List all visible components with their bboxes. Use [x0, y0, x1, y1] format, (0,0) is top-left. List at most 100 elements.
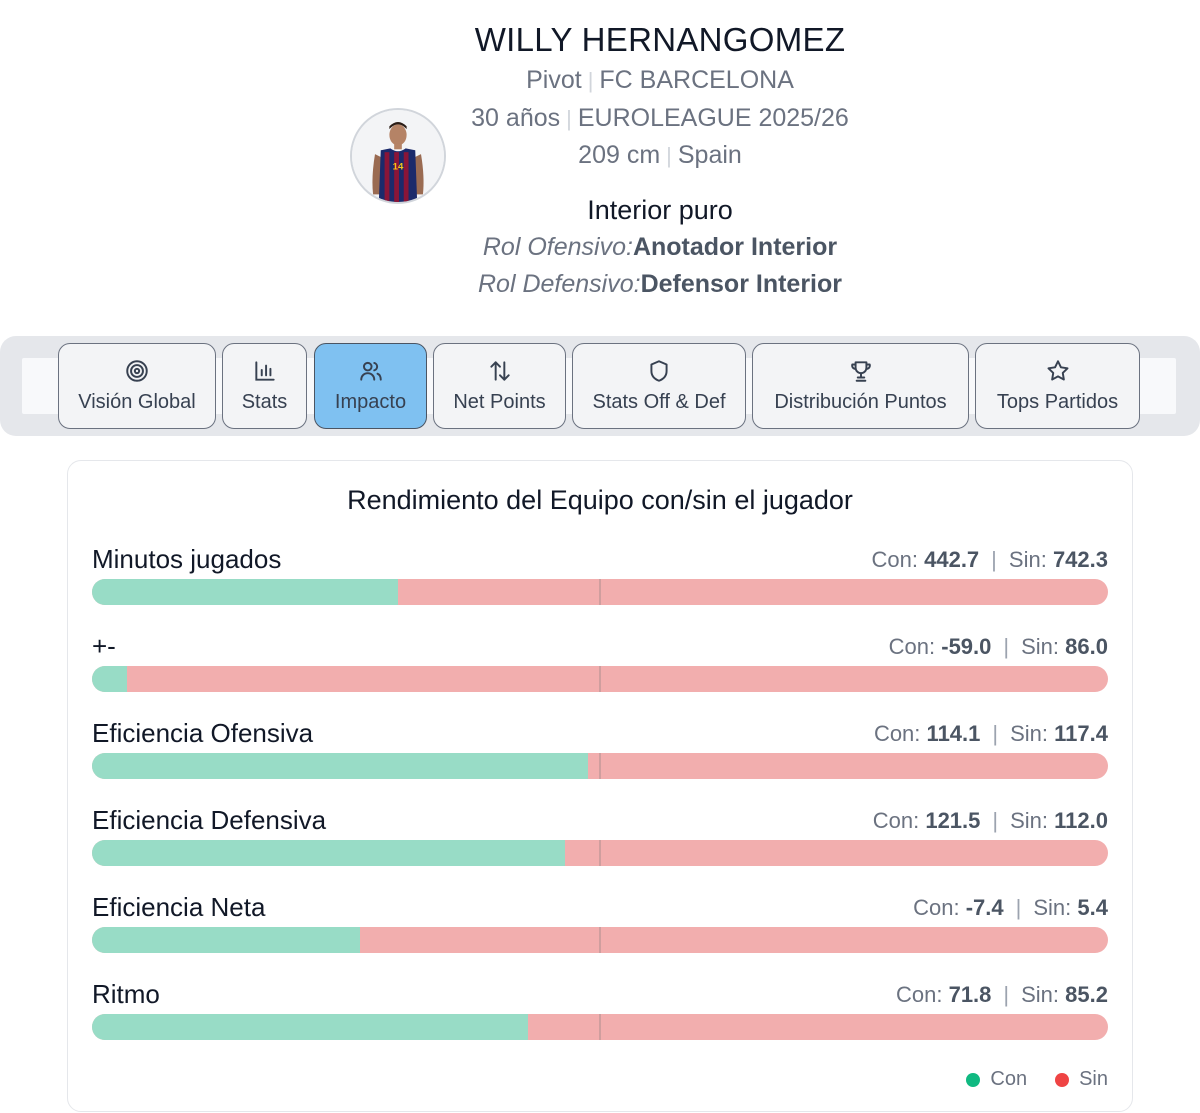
- comparison-bar: [92, 1014, 1108, 1040]
- midline: [599, 579, 601, 605]
- metric-label: Eficiencia Ofensiva: [92, 718, 314, 748]
- midline: [599, 840, 601, 866]
- con-fill: [92, 1014, 528, 1040]
- metric-row: +- Con: -59.0 | Sin: 86.0: [92, 630, 1108, 702]
- tab-stats-off-def[interactable]: Stats Off & Def: [572, 343, 746, 429]
- player-competition: EUROLEAGUE 2025/26: [577, 103, 849, 132]
- star-icon: [1045, 358, 1071, 384]
- offensive-role: Rol Ofensivo:Anotador Interior: [400, 229, 920, 266]
- metric-values: Con: 71.8 | Sin: 85.2: [896, 980, 1108, 1010]
- separator: |: [1003, 982, 1010, 1007]
- metric-label: Eficiencia Defensiva: [92, 805, 327, 835]
- tab-tops-partidos[interactable]: Tops Partidos: [975, 343, 1140, 429]
- position-team-line: Pivot | FC BARCELONA: [400, 62, 920, 100]
- legend-dot-con: [966, 1072, 981, 1087]
- impact-card: Rendimiento del Equipo con/sin el jugado…: [67, 460, 1133, 1112]
- midline: [599, 666, 601, 692]
- metric-values: Con: -7.4 | Sin: 5.4: [913, 893, 1108, 923]
- tab-label: Stats: [241, 391, 288, 413]
- con-label: Con:: [895, 982, 943, 1007]
- sin-value: 85.2: [1065, 982, 1108, 1007]
- sin-label: Sin:: [1021, 634, 1060, 659]
- legend-item-con: Con: [966, 1068, 1027, 1091]
- tab-stats[interactable]: Stats: [222, 343, 307, 429]
- sin-label: Sin:: [1021, 982, 1060, 1007]
- con-fill: [92, 579, 398, 605]
- separator: |: [566, 105, 572, 131]
- con-value: 114.1: [926, 721, 981, 746]
- tab-net-points[interactable]: Net Points: [433, 343, 566, 429]
- comparison-bar: [92, 666, 1108, 692]
- player-height: 209 cm: [578, 141, 661, 169]
- metric-row: Eficiencia Ofensiva Con: 114.1 | Sin: 117.…: [92, 717, 1108, 789]
- con-label: Con:: [872, 808, 920, 833]
- player-country: Spain: [677, 141, 742, 169]
- tab-vision-global[interactable]: Visión Global: [58, 343, 216, 429]
- sin-label: Sin:: [1008, 547, 1047, 572]
- separator: |: [992, 721, 999, 746]
- users-icon: [358, 358, 384, 384]
- bar-chart-icon: [252, 358, 278, 384]
- metric-label: Eficiencia Neta: [92, 892, 266, 922]
- con-fill: [92, 666, 127, 692]
- metric-row: Ritmo Con: 71.8 | Sin: 85.2: [92, 978, 1108, 1050]
- player-info: WILLY HERNANGOMEZ Pivot | FC BARCELONA 30 …: [400, 18, 920, 303]
- con-value: -59.0: [941, 634, 992, 659]
- offensive-role-label: Rol Ofensivo:: [482, 232, 633, 261]
- metric-row: Minutos jugados Con: 442.7 | Sin: 742.3: [92, 543, 1108, 615]
- legend-dot-sin: [1055, 1072, 1070, 1087]
- comparison-bar: [92, 840, 1108, 866]
- comparison-bar: [92, 927, 1108, 953]
- tab-bar: Visión Global Stats Impacto Net Points S…: [0, 336, 1200, 436]
- con-label: Con:: [913, 895, 960, 920]
- offensive-role-value: Anotador Interior: [632, 232, 838, 261]
- separator: |: [991, 547, 997, 572]
- legend: Con Sin: [938, 1068, 1108, 1091]
- defensive-role: Rol Defensivo:Defensor Interior: [400, 266, 920, 303]
- player-age: 30 años: [471, 103, 561, 132]
- con-value: 442.7: [924, 547, 980, 572]
- metric-label: +-: [92, 631, 116, 661]
- metric-row: Eficiencia Neta Con: -7.4 | Sin: 5.4: [92, 891, 1108, 963]
- con-fill: [92, 753, 588, 779]
- sin-label: Sin:: [1010, 721, 1049, 746]
- metric-label: Minutos jugados: [92, 544, 282, 574]
- tab-label: Stats Off & Def: [592, 391, 726, 413]
- legend-label: Con: [990, 1068, 1028, 1090]
- target-icon: [124, 358, 150, 384]
- metric-label: Ritmo: [92, 979, 160, 1009]
- con-label: Con:: [888, 634, 936, 659]
- defensive-role-value: Defensor Interior: [640, 269, 842, 298]
- player-team: FC BARCELONA: [599, 66, 794, 94]
- metric-values: Con: 442.7 | Sin: 742.3: [872, 545, 1109, 575]
- tab-label: Impacto: [334, 391, 407, 413]
- sin-value: 5.4: [1077, 895, 1108, 920]
- tab-impacto[interactable]: Impacto: [314, 343, 427, 429]
- comparison-bar: [92, 753, 1108, 779]
- tab-distribucion-puntos[interactable]: Distribución Puntos: [752, 343, 969, 429]
- impact-title: Rendimiento del Equipo con/sin el jugado…: [347, 485, 853, 515]
- sin-value: 117.4: [1054, 721, 1108, 746]
- midline: [599, 927, 601, 953]
- separator: |: [587, 68, 594, 93]
- sin-value: 86.0: [1065, 634, 1108, 659]
- player-position: Pivot: [526, 66, 582, 94]
- tab-label: Net Points: [453, 391, 546, 413]
- con-fill: [92, 840, 566, 866]
- con-value: 71.8: [948, 982, 992, 1007]
- separator: |: [666, 143, 672, 168]
- con-label: Con:: [871, 547, 918, 572]
- metric-values: Con: -59.0 | Sin: 86.0: [889, 632, 1108, 662]
- separator: |: [992, 808, 999, 833]
- legend-item-sin: Sin: [1055, 1068, 1108, 1091]
- defensive-role-label: Rol Defensivo:: [477, 269, 641, 298]
- legend-label: Sin: [1079, 1068, 1108, 1090]
- con-value: 121.5: [925, 808, 981, 833]
- sin-label: Sin:: [1010, 808, 1049, 833]
- metric-values: Con: 121.5 | Sin: 112.0: [873, 806, 1108, 836]
- player-archetype: Interior puro: [587, 194, 733, 225]
- age-competition-line: 30 años | EUROLEAGUE 2025/26: [400, 100, 920, 138]
- con-fill: [92, 927, 361, 953]
- midline: [599, 1014, 601, 1040]
- con-label: Con:: [873, 721, 921, 746]
